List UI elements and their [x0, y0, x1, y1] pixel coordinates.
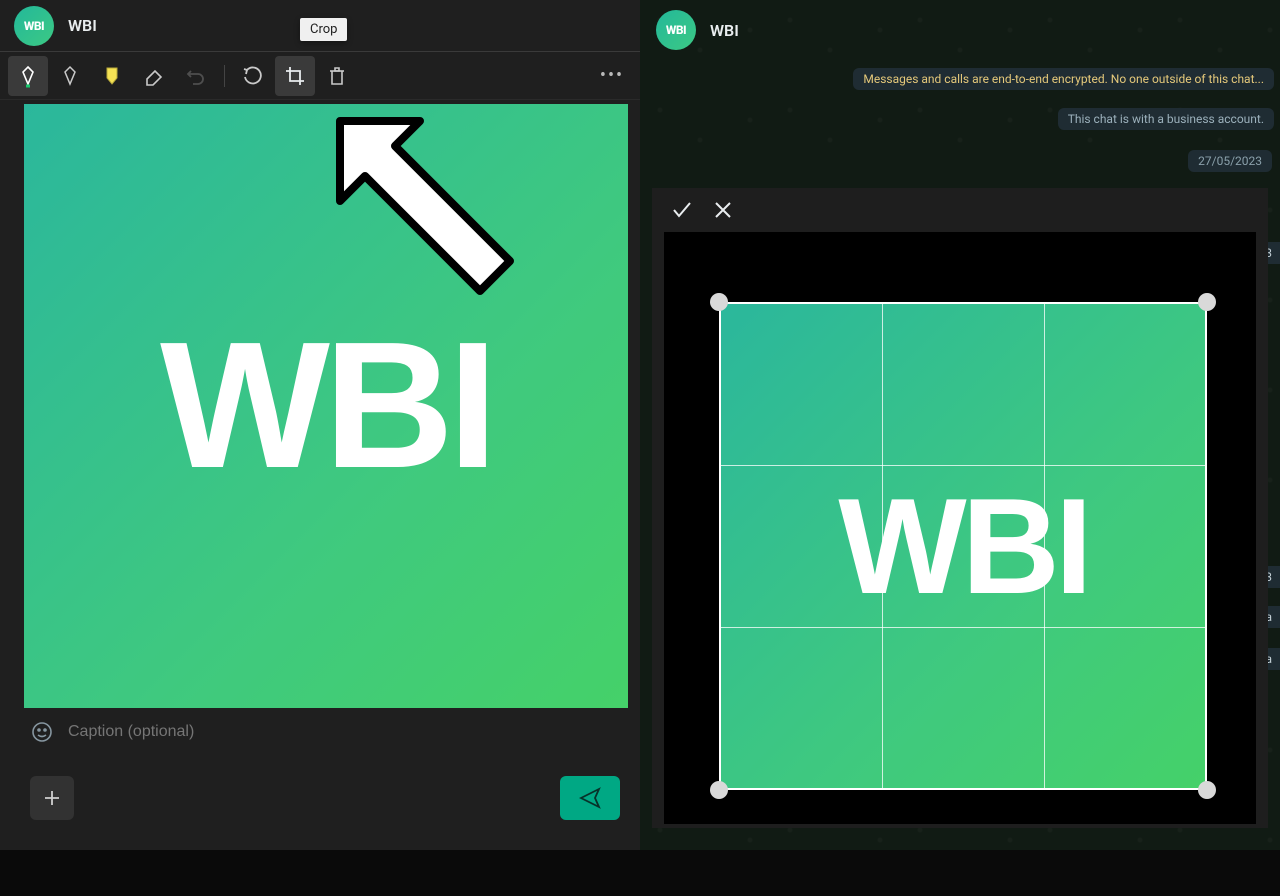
delete-icon — [327, 65, 347, 87]
emoji-icon[interactable] — [30, 720, 54, 744]
business-notice: This chat is with a business account. — [1058, 108, 1274, 130]
send-button[interactable] — [560, 776, 620, 820]
eraser-icon — [143, 65, 165, 87]
plus-icon — [41, 787, 63, 809]
crop-icon — [284, 65, 306, 87]
grid-line — [882, 302, 883, 790]
editor-toolbar: ••• — [0, 52, 640, 100]
pen-outline-icon — [60, 64, 80, 88]
grid-line — [719, 627, 1207, 628]
chat-title: WBI — [68, 16, 97, 35]
grid-line — [719, 465, 1207, 466]
confirm-crop-button[interactable] — [670, 198, 694, 222]
pen-icon — [18, 64, 38, 88]
crop-button[interactable] — [275, 56, 315, 96]
caption-row — [30, 720, 610, 744]
crop-tooltip: Crop — [300, 18, 347, 41]
cancel-crop-button[interactable] — [712, 199, 734, 221]
grid-line — [1044, 302, 1045, 790]
undo-button[interactable] — [176, 56, 216, 96]
highlighter-icon — [102, 64, 122, 88]
crop-handle-top-right[interactable] — [1198, 293, 1216, 311]
image-editor-panel: WBI WBI Crop — [0, 0, 640, 850]
crop-panel: WBI — [652, 188, 1268, 828]
delete-button[interactable] — [317, 56, 357, 96]
add-media-button[interactable] — [30, 776, 74, 820]
avatar-text: WBI — [666, 23, 686, 37]
caption-input[interactable] — [68, 723, 610, 741]
more-icon: ••• — [600, 65, 624, 86]
crop-handle-bottom-left[interactable] — [710, 781, 728, 799]
chat-header: WBI WBI — [640, 0, 1280, 60]
avatar[interactable]: WBI — [656, 10, 696, 50]
rotate-button[interactable] — [233, 56, 273, 96]
image-text: WBI — [160, 316, 492, 496]
more-button[interactable]: ••• — [592, 56, 632, 96]
chat-panel: WBI WBI Messages and calls are end-to-en… — [640, 0, 1280, 850]
rotate-icon — [242, 65, 264, 87]
image-text: WBI — [838, 478, 1087, 614]
undo-icon — [185, 65, 207, 87]
highlighter-tool-button[interactable] — [92, 56, 132, 96]
crop-toolbar — [652, 188, 1268, 232]
toolbar-separator — [224, 65, 225, 87]
chat-title: WBI — [710, 21, 739, 40]
date-label: 27/05/2023 — [1188, 150, 1272, 172]
bottom-bar — [30, 776, 620, 820]
eraser-tool-button[interactable] — [134, 56, 174, 96]
crop-handle-top-left[interactable] — [710, 293, 728, 311]
crop-handle-bottom-right[interactable] — [1198, 781, 1216, 799]
avatar-text: WBI — [24, 19, 44, 33]
pen-outline-tool-button[interactable] — [50, 56, 90, 96]
encryption-notice: Messages and calls are end-to-end encryp… — [853, 68, 1274, 90]
avatar[interactable]: WBI — [14, 6, 54, 46]
send-icon — [578, 786, 602, 810]
annotation-arrow-icon — [320, 106, 520, 306]
crop-canvas[interactable]: WBI — [664, 232, 1256, 824]
crop-image: WBI — [719, 302, 1207, 790]
pen-tool-button[interactable] — [8, 56, 48, 96]
